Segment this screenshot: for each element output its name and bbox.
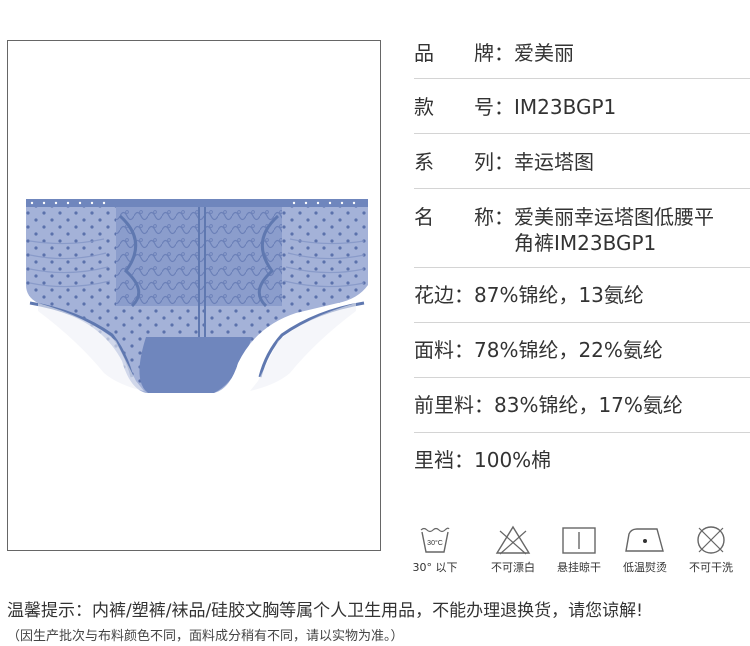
spec-value: 爱美丽	[514, 41, 574, 65]
spec-row-lace: 花边：87%锦纶，13氨纶	[414, 268, 750, 323]
wash-temp-text: 30°C	[427, 539, 443, 547]
spec-row-gusset: 里裆：100%棉	[414, 433, 750, 488]
no-bleach-icon	[495, 525, 531, 555]
care-item-iron: 低温熨烫	[612, 524, 678, 575]
care-instructions: 30°C 30° 以下 不可漂白 悬挂晾干 低温熨烫 不可干洗	[413, 524, 750, 582]
product-photo-frame	[7, 40, 381, 551]
care-label: 低温熨烫	[623, 561, 667, 574]
spec-label: 面料：	[414, 338, 474, 362]
spec-label: 款 号：	[414, 95, 514, 119]
spec-value: 78%锦纶，22%氨纶	[474, 338, 663, 362]
no-dry-clean-icon	[697, 526, 725, 554]
spec-label: 品 牌：	[414, 41, 514, 65]
hang-dry-icon	[562, 527, 596, 554]
care-label: 不可漂白	[491, 561, 535, 574]
care-item-dry: 悬挂晾干	[546, 524, 612, 575]
panty-product-image	[26, 199, 368, 393]
spec-label: 系 列：	[414, 150, 514, 174]
wash-30-icon: 30°C	[420, 527, 450, 553]
care-label: 悬挂晾干	[557, 561, 601, 574]
care-label: 不可干洗	[689, 561, 733, 574]
return-policy-notice: 温馨提示：内裤/塑裤/袜品/硅胶文胸等属个人卫生用品，不能办理退换货，请您谅解!	[7, 601, 643, 621]
spec-row-front-lining: 前里料：83%锦纶，17%氨纶	[414, 378, 750, 433]
spec-value: 87%锦纶，13氨纶	[474, 283, 644, 307]
spec-value: IM23BGP1	[514, 95, 617, 119]
spec-value: 83%锦纶，17%氨纶	[494, 393, 683, 417]
care-item-wash: 30°C 30° 以下	[402, 524, 468, 575]
color-variance-note: （因生产批次与布料颜色不同，面料成分稍有不同，请以实物为准。）	[7, 629, 404, 644]
spec-value: 爱美丽幸运塔图低腰平角裤IM23BGP1	[514, 205, 714, 255]
care-item-dryclean: 不可干洗	[678, 524, 744, 575]
spec-row-model: 款 号：IM23BGP1	[414, 79, 750, 134]
care-label: 30° 以下	[412, 561, 458, 574]
spec-list: 品 牌：爱美丽 款 号：IM23BGP1 系 列：幸运塔图 名 称：爱美丽幸运塔…	[414, 24, 750, 488]
spec-row-series: 系 列：幸运塔图	[414, 134, 750, 189]
spec-value: 100%棉	[474, 448, 552, 472]
care-item-bleach: 不可漂白	[480, 524, 546, 575]
spec-label: 名 称：	[414, 205, 514, 229]
low-iron-icon	[625, 528, 664, 552]
spec-label: 花边：	[414, 283, 474, 307]
spec-row-brand: 品 牌：爱美丽	[414, 24, 750, 79]
spec-label: 前里料：	[414, 393, 494, 417]
spec-label: 里裆：	[414, 448, 474, 472]
spec-value: 幸运塔图	[514, 150, 594, 174]
spec-row-fabric: 面料：78%锦纶，22%氨纶	[414, 323, 750, 378]
spec-row-name: 名 称：爱美丽幸运塔图低腰平角裤IM23BGP1	[414, 189, 750, 268]
